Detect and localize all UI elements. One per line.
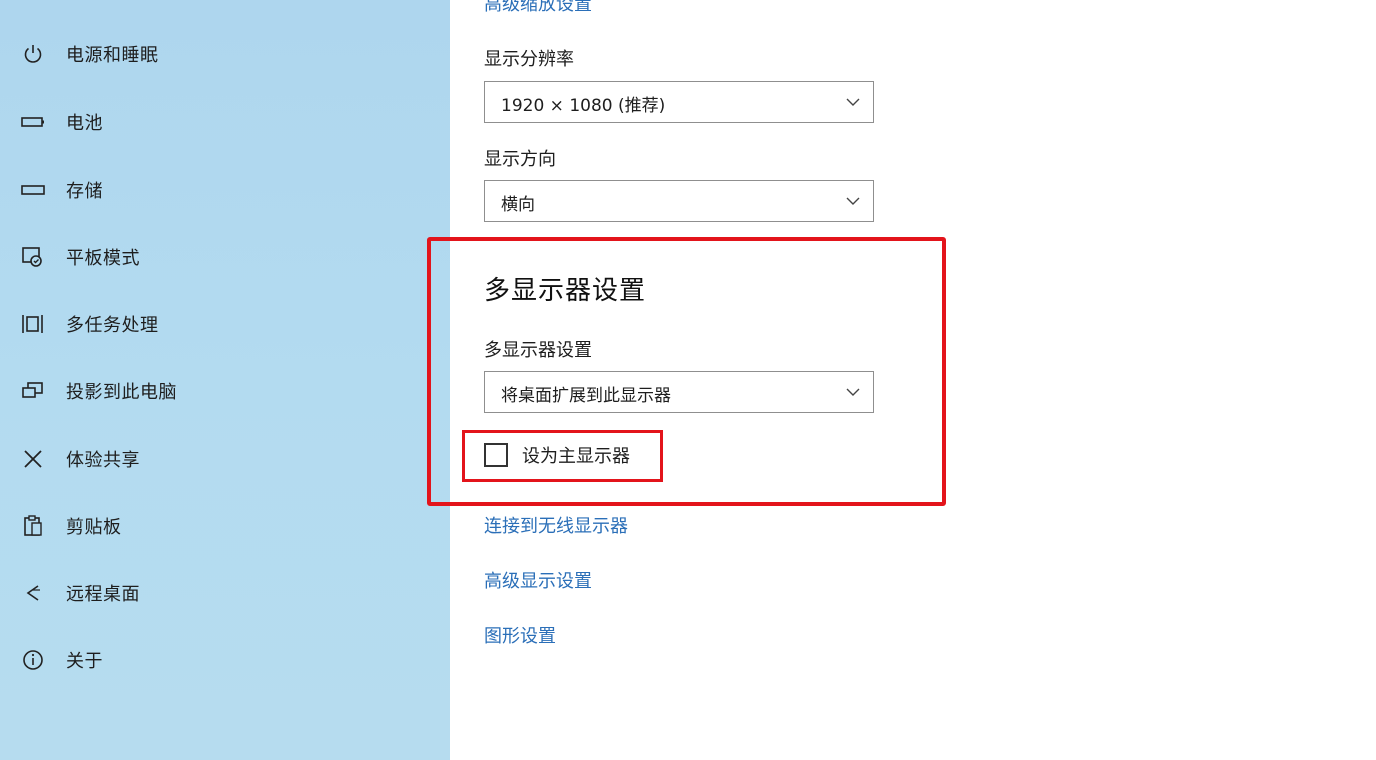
connect-wireless-display-link[interactable]: 连接到无线显示器 [484,512,628,538]
project-icon [20,378,46,404]
sidebar-item-label: 存储 [66,181,103,202]
power-icon [20,41,46,67]
chevron-down-icon [846,98,860,106]
advanced-display-settings-link[interactable]: 高级显示设置 [484,567,592,593]
battery-icon [20,109,46,135]
resolution-value: 1920 × 1080 (推荐) [501,96,666,116]
sidebar-item-battery[interactable]: 电池 [0,96,450,148]
sidebar: 电源和睡眠 电池 存储 平板模式 多任务处理 投影到此电脑 体验共享 剪贴板 远… [0,0,450,760]
settings-window: 电源和睡眠 电池 存储 平板模式 多任务处理 投影到此电脑 体验共享 剪贴板 远… [0,0,1376,760]
sidebar-item-label: 平板模式 [66,248,140,269]
sidebar-item-project[interactable]: 投影到此电脑 [0,365,450,417]
sidebar-item-clipboard[interactable]: 剪贴板 [0,500,450,552]
multi-display-title: 多显示器设置 [484,276,647,306]
sidebar-item-shared-experiences[interactable]: 体验共享 [0,433,450,485]
sidebar-item-tablet-mode[interactable]: 平板模式 [0,231,450,283]
chevron-down-icon [846,388,860,396]
chevron-down-icon [846,197,860,205]
tablet-mode-icon [20,244,46,270]
advanced-scaling-link[interactable]: 高级缩放设置 [484,0,592,16]
orientation-value: 横向 [501,195,535,215]
multi-display-dropdown[interactable]: 将桌面扩展到此显示器 [484,371,874,413]
multitasking-icon [20,311,46,337]
remote-desktop-icon [20,580,46,606]
shared-experiences-icon [20,446,46,472]
sidebar-item-about[interactable]: 关于 [0,634,450,686]
sidebar-item-power-sleep[interactable]: 电源和睡眠 [0,28,450,80]
sidebar-item-label: 多任务处理 [66,315,159,336]
main-content: 高级缩放设置 显示分辨率 1920 × 1080 (推荐) 显示方向 横向 多显… [450,0,1376,760]
sidebar-item-remote-desktop[interactable]: 远程桌面 [0,567,450,619]
sidebar-item-label: 电池 [66,113,103,134]
sidebar-item-label: 远程桌面 [66,584,140,605]
clipboard-icon [20,513,46,539]
sidebar-item-multitasking[interactable]: 多任务处理 [0,298,450,350]
graphics-settings-link[interactable]: 图形设置 [484,622,556,648]
sidebar-item-label: 投影到此电脑 [66,382,177,403]
multi-display-value: 将桌面扩展到此显示器 [501,386,671,406]
storage-icon [20,177,46,203]
multi-display-label: 多显示器设置 [484,340,592,361]
orientation-label: 显示方向 [484,149,556,170]
make-main-display-checkbox-row[interactable]: 设为主显示器 [484,440,630,470]
sidebar-item-label: 电源和睡眠 [66,45,159,66]
orientation-dropdown[interactable]: 横向 [484,180,874,222]
sidebar-item-label: 剪贴板 [66,517,122,538]
info-icon [20,647,46,673]
make-main-display-label: 设为主显示器 [522,446,630,467]
make-main-display-checkbox[interactable] [484,443,508,467]
sidebar-item-label: 体验共享 [66,450,140,471]
resolution-label: 显示分辨率 [484,49,574,70]
sidebar-item-storage[interactable]: 存储 [0,164,450,216]
resolution-dropdown[interactable]: 1920 × 1080 (推荐) [484,81,874,123]
sidebar-item-label: 关于 [66,651,103,672]
